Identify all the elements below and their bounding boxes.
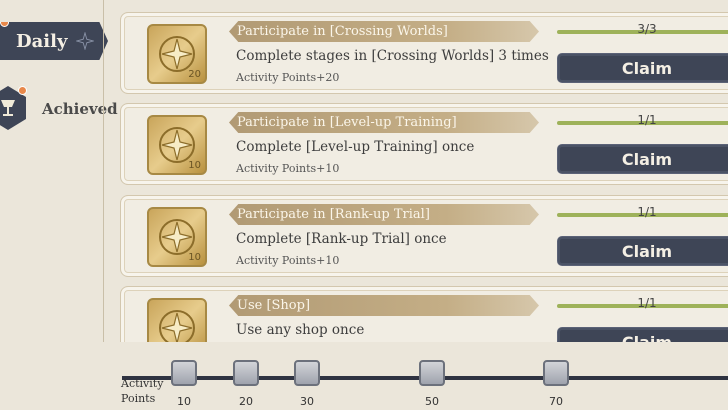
task-title: Use [Shop]: [229, 295, 539, 316]
tab-achieved-label: Achieved: [42, 100, 118, 118]
gift-chest-icon[interactable]: [229, 356, 263, 390]
task-icon-number: 20: [188, 69, 201, 80]
activity-points-label: Activity Points: [121, 376, 163, 406]
star-badge-icon: 10: [147, 115, 207, 175]
milestone-label: 30: [300, 395, 314, 408]
task-icon-number: 10: [188, 160, 201, 171]
activity-label-line1: Activity: [121, 377, 164, 390]
task-description: Complete [Level-up Training] once: [236, 139, 475, 155]
task-points: Activity Points+20: [236, 71, 340, 84]
star-badge-icon: 20: [147, 24, 207, 84]
task-card: 10 Participate in [Rank-up Trial] Comple…: [120, 195, 728, 277]
task-title: Participate in [Rank-up Trial]: [229, 204, 539, 225]
compass-star-icon: [76, 32, 94, 50]
tab-daily-label: Daily: [16, 30, 68, 52]
milestone-label: 70: [549, 395, 563, 408]
task-progress-text: 3/3: [637, 22, 657, 36]
task-points: Activity Points+10: [236, 162, 340, 175]
tab-daily[interactable]: Daily: [0, 22, 108, 60]
gift-chest-icon[interactable]: [539, 356, 573, 390]
milestone-label: 20: [239, 395, 253, 408]
claim-button[interactable]: Claim: [557, 53, 728, 83]
gift-chest-icon[interactable]: [167, 356, 201, 390]
notification-dot: [18, 86, 27, 95]
activity-points-bar: Activity Points 10 20 30 50 70: [0, 342, 728, 410]
task-progress-text: 1/1: [637, 296, 657, 310]
milestone-label: 10: [177, 395, 191, 408]
gift-chest-icon[interactable]: [415, 356, 449, 390]
task-description: Use any shop once: [236, 322, 365, 338]
activity-label-line2: Points: [121, 392, 156, 405]
tab-achieved[interactable]: Achieved: [0, 86, 118, 132]
task-description: Complete stages in [Crossing Worlds] 3 t…: [236, 48, 549, 64]
task-points: Activity Points+10: [236, 254, 340, 267]
task-progress-text: 1/1: [637, 205, 657, 219]
task-card: 10 Participate in [Level-up Training] Co…: [120, 103, 728, 185]
notification-dot: [0, 22, 9, 27]
task-description: Complete [Rank-up Trial] once: [236, 231, 447, 247]
milestone-label: 50: [425, 395, 439, 408]
star-badge-icon: 10: [147, 207, 207, 267]
task-title: Participate in [Crossing Worlds]: [229, 21, 539, 42]
tab-divider: [103, 0, 104, 370]
gift-chest-icon[interactable]: [290, 356, 324, 390]
task-icon-number: 10: [188, 252, 201, 263]
task-card: 20 Participate in [Crossing Worlds] Comp…: [120, 12, 728, 94]
task-progress-text: 1/1: [637, 113, 657, 127]
claim-button[interactable]: Claim: [557, 236, 728, 266]
claim-button[interactable]: Claim: [557, 144, 728, 174]
task-title: Participate in [Level-up Training]: [229, 112, 539, 133]
